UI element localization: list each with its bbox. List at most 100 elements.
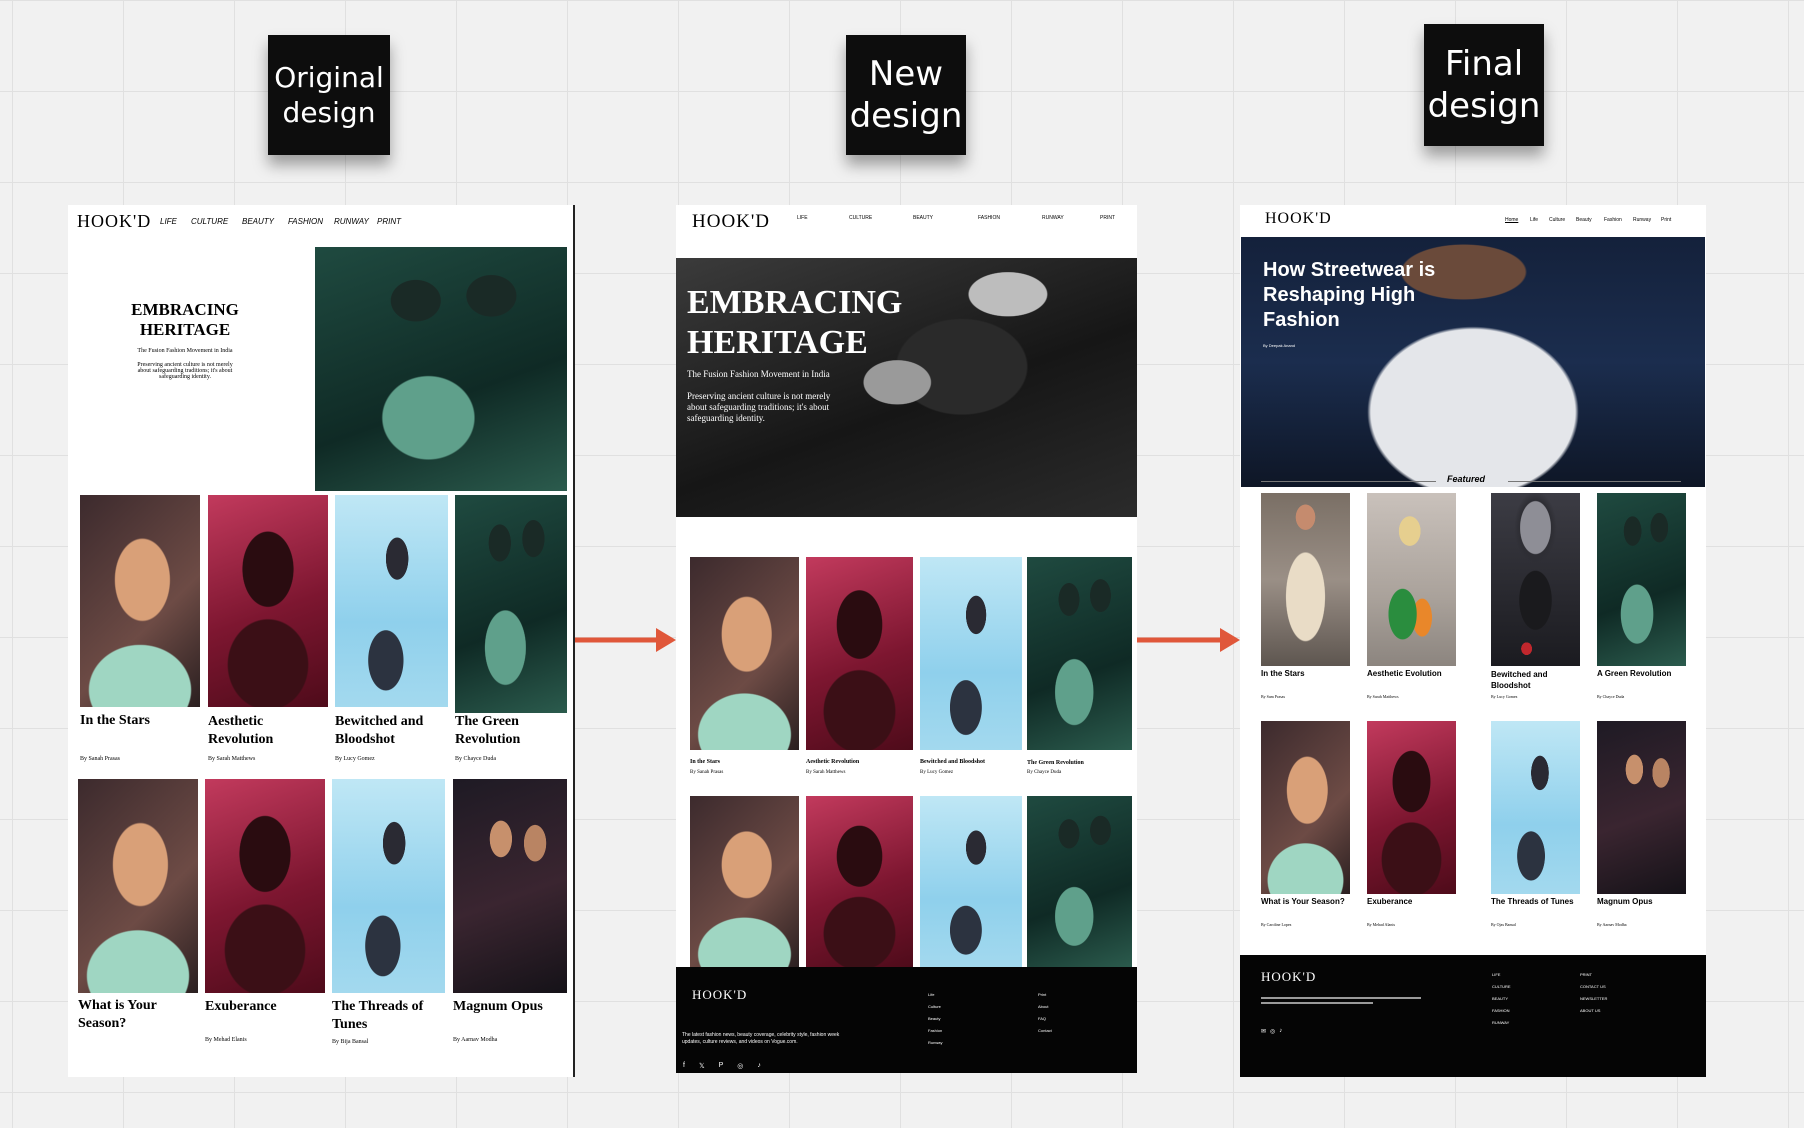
card-title[interactable]: Aesthetic Evolution <box>1367 669 1442 678</box>
card-title[interactable]: Bewitched and Bloodshot <box>335 713 423 749</box>
nav-item[interactable]: Home <box>1505 217 1530 223</box>
card-image[interactable] <box>1367 493 1456 666</box>
nav-item[interactable]: PRINT <box>1100 215 1120 221</box>
footer-logo[interactable]: HOOK'D <box>692 987 747 1003</box>
footer-link[interactable]: ABOUT US <box>1580 1005 1607 1017</box>
nav-item[interactable]: LIFE <box>797 215 849 221</box>
new-design-board[interactable]: HOOK'D LIFE CULTURE BEAUTY FASHION RUNWA… <box>676 205 1137 1073</box>
nav-item[interactable]: CULTURE <box>191 217 242 226</box>
card-title[interactable]: The Green Revolution <box>1027 760 1084 766</box>
pinterest-icon[interactable]: P <box>719 1062 724 1070</box>
footer-link[interactable]: BEAUTY <box>1492 993 1511 1005</box>
card-title[interactable]: Exuberance <box>205 998 277 1016</box>
footer-link[interactable]: CONTACT US <box>1580 981 1607 993</box>
nav-item[interactable]: FASHION <box>978 215 1042 221</box>
nav-item[interactable]: Culture <box>1549 217 1576 223</box>
card-title[interactable]: The Threads of Tunes <box>1491 897 1574 906</box>
footer-link[interactable]: RUNWAY <box>1492 1017 1511 1029</box>
footer-logo[interactable]: HOOK'D <box>1261 969 1316 985</box>
nav-item[interactable]: Runway <box>1633 217 1661 223</box>
x-icon[interactable]: 𝕏 <box>699 1062 705 1070</box>
nav-item[interactable]: BEAUTY <box>242 217 288 226</box>
card-title[interactable]: What is Your Season? <box>78 997 157 1033</box>
nav-item[interactable]: LIFE <box>160 217 191 226</box>
card-image[interactable] <box>690 796 799 968</box>
card-title[interactable]: Bewitched and Bloodshot <box>920 759 985 765</box>
card-image[interactable] <box>453 779 567 993</box>
footer-link[interactable]: About <box>1038 1001 1052 1013</box>
footer-link[interactable]: Print <box>1038 989 1052 1001</box>
site-logo[interactable]: HOOK'D <box>77 211 151 232</box>
sticky-note-original[interactable]: Original design <box>268 35 390 155</box>
footer-link[interactable]: CULTURE <box>1492 981 1511 993</box>
footer-link[interactable]: Culture <box>928 1001 942 1013</box>
card-image[interactable] <box>332 779 445 993</box>
footer-link[interactable]: NEWSLETTER <box>1580 993 1607 1005</box>
tiktok-icon[interactable]: ♪ <box>1279 1028 1282 1035</box>
card-image[interactable] <box>690 557 799 750</box>
card-title[interactable]: In the Stars <box>80 712 150 730</box>
final-design-board[interactable]: HOOK'D Home Life Culture Beauty Fashion … <box>1240 205 1706 1077</box>
footer-link[interactable]: FASHION <box>1492 1005 1511 1017</box>
footer-link[interactable]: Fashion <box>928 1025 942 1037</box>
email-icon[interactable]: ✉ <box>1261 1028 1266 1035</box>
card-title[interactable]: The Threads of Tunes <box>332 998 423 1034</box>
tiktok-icon[interactable]: ♪ <box>757 1062 761 1070</box>
nav-item[interactable]: RUNWAY <box>1042 215 1100 221</box>
nav-item[interactable]: Print <box>1661 217 1676 223</box>
footer-link[interactable]: LIFE <box>1492 969 1511 981</box>
card-title[interactable]: In the Stars <box>690 759 720 765</box>
card-image[interactable] <box>335 495 448 707</box>
nav-item[interactable]: BEAUTY <box>913 215 978 221</box>
card-image[interactable] <box>1597 493 1686 666</box>
nav-item[interactable]: Life <box>1530 217 1549 223</box>
card-image[interactable] <box>80 495 200 707</box>
card-image[interactable] <box>920 796 1022 968</box>
footer-link[interactable]: Beauty <box>928 1013 942 1025</box>
site-logo[interactable]: HOOK'D <box>692 211 770 233</box>
footer-link[interactable]: PRINT <box>1580 969 1607 981</box>
card-title[interactable]: Magnum Opus <box>453 998 543 1016</box>
card-image[interactable] <box>1027 796 1132 968</box>
sticky-note-new[interactable]: New design <box>846 35 966 155</box>
nav-item[interactable]: Fashion <box>1604 217 1633 223</box>
footer-link[interactable]: Contact <box>1038 1025 1052 1037</box>
card-image[interactable] <box>1597 721 1686 894</box>
card-image[interactable] <box>208 495 328 707</box>
card-image[interactable] <box>806 557 913 750</box>
instagram-icon[interactable]: ◎ <box>737 1062 743 1070</box>
site-logo[interactable]: HOOK'D <box>1265 210 1332 228</box>
card-title[interactable]: The Green Revolution <box>455 713 520 749</box>
nav-item[interactable]: CULTURE <box>849 215 913 221</box>
card-image[interactable] <box>1491 721 1580 894</box>
card-image[interactable] <box>455 495 567 713</box>
nav-item[interactable]: FASHION <box>288 217 334 226</box>
sticky-note-final[interactable]: Final design <box>1424 24 1544 146</box>
card-image[interactable] <box>920 557 1022 750</box>
card-title[interactable]: Aesthetic Revolution <box>208 713 273 749</box>
card-title[interactable]: Exuberance <box>1367 897 1412 906</box>
card-image[interactable] <box>806 796 913 968</box>
card-title[interactable]: Bewitched and Bloodshot <box>1491 669 1547 691</box>
card-image[interactable] <box>205 779 325 993</box>
card-image[interactable] <box>1367 721 1456 894</box>
card-title[interactable]: Aesthetic Revolution <box>806 759 859 765</box>
instagram-icon[interactable]: ◎ <box>1270 1028 1275 1035</box>
nav-item[interactable]: Beauty <box>1576 217 1604 223</box>
footer-link[interactable]: FAQ <box>1038 1013 1052 1025</box>
nav-item[interactable]: PRINT <box>377 217 407 226</box>
card-title[interactable]: In the Stars <box>1261 669 1305 678</box>
card-title[interactable]: What is Your Season? <box>1261 897 1345 906</box>
facebook-icon[interactable]: f <box>683 1062 685 1070</box>
original-design-board[interactable]: HOOK'D LIFE CULTURE BEAUTY FASHION RUNWA… <box>68 205 575 1077</box>
nav-item[interactable]: RUNWAY <box>334 217 377 226</box>
card-image[interactable] <box>1261 493 1350 666</box>
footer-link[interactable]: Life <box>928 989 942 1001</box>
card-image[interactable] <box>78 779 198 993</box>
card-title[interactable]: A Green Revolution <box>1597 669 1671 678</box>
card-image[interactable] <box>1491 493 1580 666</box>
hero-image[interactable] <box>315 247 567 491</box>
footer-link[interactable]: Runway <box>928 1037 942 1049</box>
card-title[interactable]: Magnum Opus <box>1597 897 1653 906</box>
card-image[interactable] <box>1027 557 1132 750</box>
